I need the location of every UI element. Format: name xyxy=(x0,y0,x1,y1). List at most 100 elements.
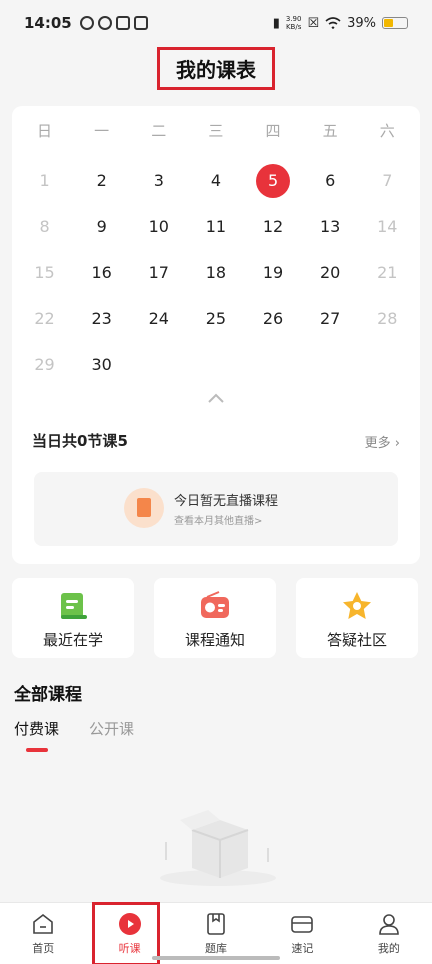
calendar-day[interactable]: 26 xyxy=(245,302,302,336)
weekday-label: 一 xyxy=(94,122,110,140)
shortcut-label: 答疑社区 xyxy=(326,631,387,649)
network-speed-value: 3.90 xyxy=(285,15,302,23)
nav-listen[interactable]: 听课 xyxy=(86,902,172,964)
calendar-day[interactable]: 24 xyxy=(130,302,187,336)
mail-icon xyxy=(115,16,130,30)
weekday-label: 日 xyxy=(37,122,53,140)
calendar-day[interactable]: 9 xyxy=(73,210,130,244)
calendar-notification-icon xyxy=(133,16,148,30)
empty-box-illustration xyxy=(160,810,276,886)
radio-icon xyxy=(201,591,229,618)
book-green-icon xyxy=(61,593,87,619)
weekday-label: 三 xyxy=(208,122,224,140)
calendar-day[interactable]: 7 xyxy=(359,164,416,198)
live-course-box[interactable]: 今日暂无直播课程 查看本月其他直播> xyxy=(34,472,398,546)
nav-label: 我的 xyxy=(377,941,400,955)
calendar-week: 22 23 24 25 26 27 28 xyxy=(16,296,416,342)
network-speed: 3.90 KB/s xyxy=(286,15,302,31)
calendar-day[interactable]: 25 xyxy=(187,302,244,336)
calendar-day[interactable]: 14 xyxy=(359,210,416,244)
notification-icon xyxy=(79,16,94,30)
chevron-right-icon: › xyxy=(394,436,400,451)
calendar-week: 1 2 3 4 5 6 7 xyxy=(16,158,416,204)
live-book-icon xyxy=(124,488,164,528)
calendar-day-empty xyxy=(302,348,359,382)
calendar-day[interactable]: 11 xyxy=(187,210,244,244)
calendar-day[interactable]: 16 xyxy=(73,256,130,290)
tab-paid-courses[interactable]: 付费课 xyxy=(14,718,59,752)
weekday-label: 五 xyxy=(322,122,338,140)
calendar-day[interactable]: 20 xyxy=(302,256,359,290)
more-link[interactable]: 更多 › xyxy=(365,432,400,451)
vibrate-icon: ▮ xyxy=(272,15,280,31)
calendar-day[interactable]: 6 xyxy=(302,164,359,198)
calendar-day[interactable]: 15 xyxy=(16,256,73,290)
status-bar: 14:05 ▮ 3.90 KB/s ☒ 39% xyxy=(0,0,432,46)
profile-icon xyxy=(379,913,399,935)
nav-label: 速记 xyxy=(291,941,314,955)
weekday-label: 四 xyxy=(265,122,281,140)
all-courses-title: 全部课程 xyxy=(14,685,82,705)
calendar-day[interactable]: 8 xyxy=(16,210,73,244)
shortcut-recent-study[interactable]: 最近在学 xyxy=(12,578,134,658)
battery-icon xyxy=(382,17,408,29)
nav-label: 首页 xyxy=(32,941,55,955)
calendar-day[interactable]: 17 xyxy=(130,256,187,290)
calendar-day-today[interactable]: 5 xyxy=(245,164,302,198)
wifi-icon xyxy=(325,17,341,29)
title-bar: 我的课表 xyxy=(0,44,432,92)
calendar-day[interactable]: 27 xyxy=(302,302,359,336)
calendar-week: 15 16 17 18 19 20 21 xyxy=(16,250,416,296)
shortcut-qa-community[interactable]: 答疑社区 xyxy=(296,578,418,658)
calendar-day[interactable]: 19 xyxy=(245,256,302,290)
nav-home[interactable]: 首页 xyxy=(0,903,86,964)
calendar-day[interactable]: 3 xyxy=(130,164,187,198)
calendar-day[interactable]: 18 xyxy=(187,256,244,290)
nav-profile[interactable]: 我的 xyxy=(346,903,432,964)
more-label: 更多 xyxy=(364,436,391,451)
calendar-day[interactable]: 10 xyxy=(130,210,187,244)
calendar-day-empty xyxy=(245,348,302,382)
weekday-label: 二 xyxy=(151,122,167,140)
calendar-day-empty xyxy=(187,348,244,382)
live-subtitle-link[interactable]: 查看本月其他直播> xyxy=(174,512,262,527)
calendar-day[interactable]: 28 xyxy=(359,302,416,336)
app-notification-icon xyxy=(97,16,112,30)
calendar-week: 8 9 10 11 12 13 14 xyxy=(16,204,416,250)
today-marker: 5 xyxy=(256,164,291,198)
calendar-day[interactable]: 2 xyxy=(73,164,130,198)
calendar-card: 日 一 二 三 四 五 六 1 2 3 4 5 6 7 8 9 10 11 12… xyxy=(12,106,420,564)
calendar-day[interactable]: 30 xyxy=(73,348,130,382)
calendar-day[interactable]: 21 xyxy=(359,256,416,290)
shortcut-course-notice[interactable]: 课程通知 xyxy=(154,578,276,658)
shortcut-label: 最近在学 xyxy=(42,631,103,649)
card-icon xyxy=(291,915,314,933)
nav-question-bank[interactable]: 题库 xyxy=(173,903,259,964)
network-speed-unit: KB/s xyxy=(285,23,302,31)
question-bank-icon xyxy=(207,912,225,935)
calendar-day-empty xyxy=(130,348,187,382)
calendar-day[interactable]: 1 xyxy=(16,164,73,198)
calendar-day[interactable]: 13 xyxy=(302,210,359,244)
home-indicator[interactable] xyxy=(152,956,280,960)
tab-public-courses[interactable]: 公开课 xyxy=(89,718,134,739)
calendar-grid: 1 2 3 4 5 6 7 8 9 10 11 12 13 14 15 16 1… xyxy=(16,158,416,388)
live-title: 今日暂无直播课程 xyxy=(174,494,279,509)
day-summary: 当日共0节课5 xyxy=(32,432,128,450)
calendar-day[interactable]: 22 xyxy=(16,302,73,336)
shortcut-row: 最近在学 课程通知 答疑社区 xyxy=(12,578,420,658)
weekday-header: 日 一 二 三 四 五 六 xyxy=(16,120,416,141)
chevron-up-icon[interactable] xyxy=(206,390,226,406)
highlight-box xyxy=(92,902,161,964)
page-title: 我的课表 xyxy=(157,46,275,90)
no-sim-icon: ☒ xyxy=(307,15,320,31)
nav-flashcards[interactable]: 速记 xyxy=(259,903,345,964)
battery-percent: 39% xyxy=(347,15,376,31)
course-tabs: 付费课 公开课 xyxy=(14,718,134,752)
calendar-day[interactable]: 4 xyxy=(187,164,244,198)
calendar-day[interactable]: 12 xyxy=(245,210,302,244)
shortcut-label: 课程通知 xyxy=(184,631,245,649)
weekday-label: 六 xyxy=(379,122,395,140)
calendar-day[interactable]: 29 xyxy=(16,348,73,382)
calendar-day[interactable]: 23 xyxy=(73,302,130,336)
